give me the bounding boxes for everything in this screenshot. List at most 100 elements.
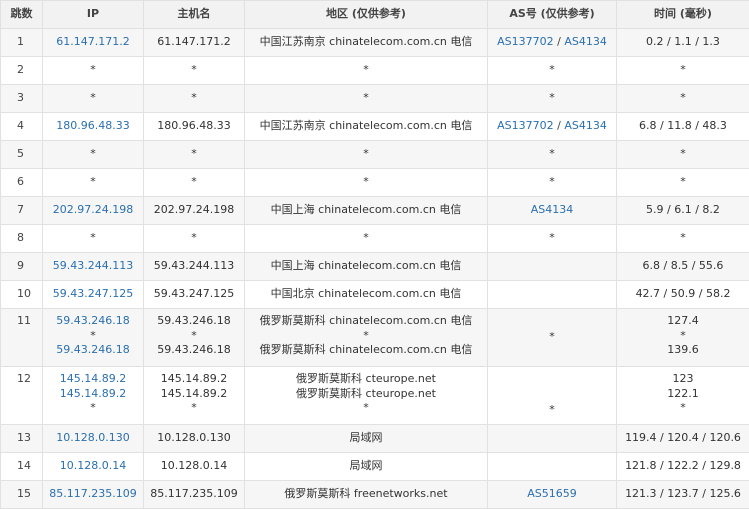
- hostname-cell-line: 59.43.247.125: [144, 287, 244, 302]
- hostname-cell: 202.97.24.198: [144, 197, 245, 225]
- hostname-cell-line: 10.128.0.130: [144, 431, 244, 446]
- ip-cell: *: [43, 57, 144, 85]
- ip-cell-line: *: [43, 175, 143, 190]
- time-cell-line: 0.2 / 1.1 / 1.3: [617, 35, 749, 50]
- as-link[interactable]: AS4134: [531, 203, 574, 216]
- hostname-cell-line: 180.96.48.33: [144, 119, 244, 134]
- hostname-cell-line: 59.43.244.113: [144, 259, 244, 274]
- table-row: 7202.97.24.198202.97.24.198中国上海 chinatel…: [1, 197, 749, 225]
- time-cell: 6.8 / 11.8 / 48.3: [617, 113, 749, 141]
- region-cell-line: *: [245, 329, 487, 344]
- table-row: 3*****: [1, 85, 749, 113]
- region-cell-line: 中国上海 chinatelecom.com.cn 电信: [245, 259, 487, 274]
- table-row: 1310.128.0.13010.128.0.130局域网119.4 / 120…: [1, 425, 749, 453]
- ip-cell: 202.97.24.198: [43, 197, 144, 225]
- time-cell-line: *: [617, 63, 749, 78]
- ip-cell: 61.147.171.2: [43, 29, 144, 57]
- hostname-cell: 59.43.244.113: [144, 253, 245, 281]
- as-cell: AS137702 / AS4134: [488, 113, 617, 141]
- time-cell-line: *: [617, 231, 749, 246]
- ip-cell-line[interactable]: 59.43.246.18: [43, 343, 143, 358]
- hostname-cell: *: [144, 57, 245, 85]
- ip-cell-line[interactable]: 180.96.48.33: [43, 119, 143, 134]
- table-row: 1159.43.246.18*59.43.246.1859.43.246.18*…: [1, 309, 749, 367]
- time-cell: *: [617, 85, 749, 113]
- region-cell-line: *: [245, 147, 487, 162]
- time-cell-line: *: [617, 329, 749, 344]
- time-cell-line: 6.8 / 8.5 / 55.6: [617, 259, 749, 274]
- ip-cell-line[interactable]: 85.117.235.109: [43, 487, 143, 502]
- hop-cell: 9: [1, 253, 43, 281]
- as-cell: *: [488, 169, 617, 197]
- ip-cell-line[interactable]: 145.14.89.2: [43, 387, 143, 402]
- as-cell: *: [488, 225, 617, 253]
- time-cell: 0.2 / 1.1 / 1.3: [617, 29, 749, 57]
- time-cell: *: [617, 141, 749, 169]
- as-link[interactable]: AS4134: [564, 35, 607, 48]
- time-cell-line: *: [617, 91, 749, 106]
- time-cell-line: 122.1: [617, 387, 749, 402]
- hop-cell: 14: [1, 453, 43, 481]
- as-separator: /: [554, 119, 565, 132]
- as-cell: [488, 253, 617, 281]
- table-row: 959.43.244.11359.43.244.113中国上海 chinatel…: [1, 253, 749, 281]
- time-cell-line: *: [617, 147, 749, 162]
- ip-cell-line[interactable]: 202.97.24.198: [43, 203, 143, 218]
- as-link[interactable]: AS51659: [527, 487, 577, 500]
- ip-cell: *: [43, 169, 144, 197]
- region-cell-line: 中国江苏南京 chinatelecom.com.cn 电信: [245, 35, 487, 50]
- ip-cell-line: *: [43, 91, 143, 106]
- table-row: 1410.128.0.1410.128.0.14局域网121.8 / 122.2…: [1, 453, 749, 481]
- as-link[interactable]: AS137702: [497, 119, 554, 132]
- region-cell: 俄罗斯莫斯科 freenetworks.net: [245, 481, 488, 509]
- as-cell-line: *: [488, 231, 616, 246]
- time-cell: 127.4*139.6: [617, 309, 749, 367]
- hostname-cell: *: [144, 141, 245, 169]
- time-cell-line: 127.4: [617, 314, 749, 329]
- hostname-cell: 180.96.48.33: [144, 113, 245, 141]
- hop-cell: 12: [1, 367, 43, 425]
- col-header-ip: IP: [43, 1, 144, 29]
- hostname-cell: 10.128.0.130: [144, 425, 245, 453]
- as-cell: AS4134: [488, 197, 617, 225]
- ip-cell-line[interactable]: 59.43.246.18: [43, 314, 143, 329]
- ip-cell-line[interactable]: 59.43.244.113: [43, 259, 143, 274]
- as-cell: AS137702 / AS4134: [488, 29, 617, 57]
- time-cell: *: [617, 57, 749, 85]
- hostname-cell-line: *: [144, 147, 244, 162]
- ip-cell: 59.43.247.125: [43, 281, 144, 309]
- as-cell: [488, 453, 617, 481]
- ip-cell-line[interactable]: 59.43.247.125: [43, 287, 143, 302]
- as-link[interactable]: AS137702: [497, 35, 554, 48]
- time-cell-line: 139.6: [617, 343, 749, 358]
- as-cell: [488, 425, 617, 453]
- header-row: 跳数 IP 主机名 地区 (仅供参考) AS号 (仅供参考) 时间 (毫秒): [1, 1, 749, 29]
- ip-cell-line[interactable]: 10.128.0.130: [43, 431, 143, 446]
- ip-cell-line: *: [43, 147, 143, 162]
- time-cell-line: 5.9 / 6.1 / 8.2: [617, 203, 749, 218]
- ip-cell-line[interactable]: 61.147.171.2: [43, 35, 143, 50]
- region-cell: *: [245, 141, 488, 169]
- as-cell: AS51659: [488, 481, 617, 509]
- time-cell: 6.8 / 8.5 / 55.6: [617, 253, 749, 281]
- table-row: 1585.117.235.10985.117.235.109俄罗斯莫斯科 fre…: [1, 481, 749, 509]
- hostname-cell: 59.43.247.125: [144, 281, 245, 309]
- region-cell-line: 中国北京 chinatelecom.com.cn 电信: [245, 287, 487, 302]
- col-header-region: 地区 (仅供参考): [245, 1, 488, 29]
- ip-cell-line[interactable]: 145.14.89.2: [43, 372, 143, 387]
- region-cell: 中国上海 chinatelecom.com.cn 电信: [245, 253, 488, 281]
- hostname-cell-line: 61.147.171.2: [144, 35, 244, 50]
- table-row: 1059.43.247.12559.43.247.125中国北京 chinate…: [1, 281, 749, 309]
- hostname-cell-line: *: [144, 401, 244, 416]
- region-cell-line: *: [245, 91, 487, 106]
- ip-cell-line[interactable]: 10.128.0.14: [43, 459, 143, 474]
- hostname-cell-line: 145.14.89.2: [144, 387, 244, 402]
- region-cell: *: [245, 85, 488, 113]
- time-cell-line: 121.8 / 122.2 / 129.8: [617, 459, 749, 474]
- time-cell-line: 119.4 / 120.4 / 120.6: [617, 431, 749, 446]
- table-row: 12145.14.89.2145.14.89.2*145.14.89.2145.…: [1, 367, 749, 425]
- region-cell-line: *: [245, 63, 487, 78]
- hop-cell: 8: [1, 225, 43, 253]
- as-link[interactable]: AS4134: [564, 119, 607, 132]
- hostname-cell-line: *: [144, 329, 244, 344]
